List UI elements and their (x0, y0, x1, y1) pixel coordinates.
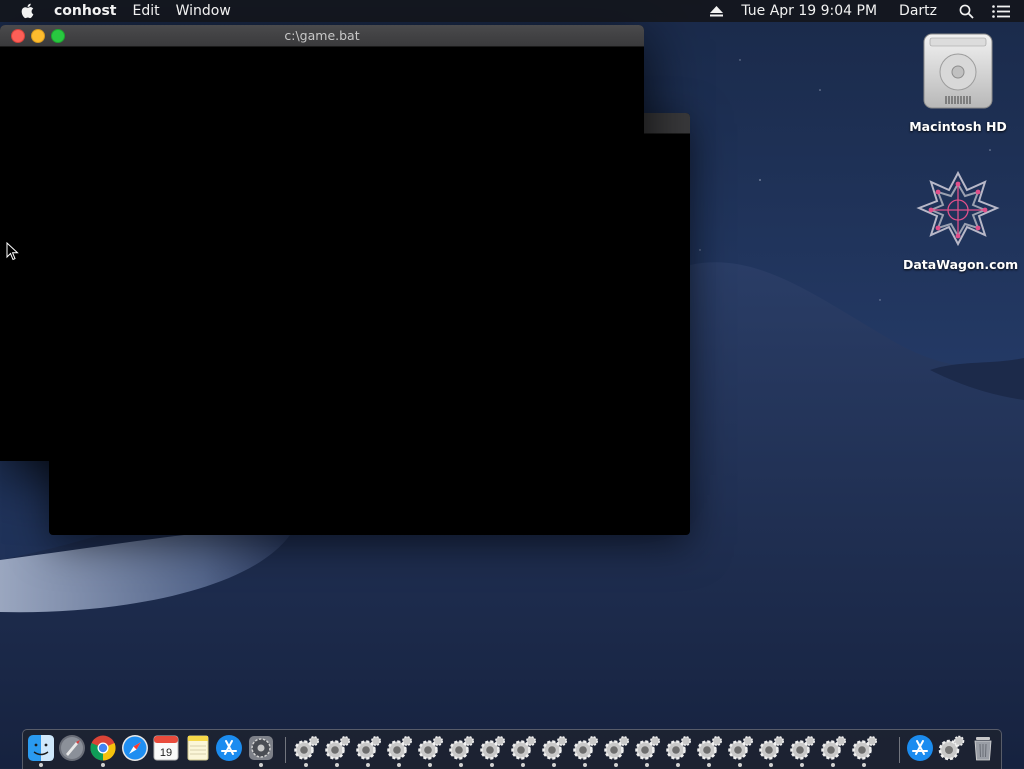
dock-gear-app-icon[interactable] (850, 734, 878, 767)
dock-gear-app-icon[interactable] (447, 734, 475, 767)
dock-gear-app-icon[interactable] (509, 734, 537, 767)
apple-icon[interactable] (16, 3, 40, 19)
dock-gear-app-icon[interactable] (385, 734, 413, 767)
dock-app-store-downloads-icon[interactable] (906, 734, 934, 762)
calendar-day: 19 (160, 747, 172, 759)
dock-system-preferences-icon[interactable] (247, 734, 275, 767)
dock-calendar-icon[interactable]: 19 (152, 734, 180, 762)
running-indicator (490, 763, 494, 767)
running-indicator (552, 763, 556, 767)
dock-safari-icon[interactable] (121, 734, 149, 762)
running-indicator (676, 763, 680, 767)
dock-gear-app-icon[interactable] (633, 734, 661, 767)
dock-gear-app-icon[interactable] (292, 734, 320, 767)
dock-trash-icon[interactable] (969, 734, 997, 762)
running-indicator (614, 763, 618, 767)
dock-gear-stack-icon[interactable] (937, 734, 965, 762)
dock-gear-app-icon[interactable] (571, 734, 599, 767)
desktop-icon-macintosh-hd[interactable]: Macintosh HD (903, 32, 1013, 134)
dock-launchpad-icon[interactable] (58, 734, 86, 762)
dock-app-store-icon[interactable] (215, 734, 243, 762)
running-indicator (738, 763, 742, 767)
running-indicator (521, 763, 525, 767)
dock-gear-app-icon[interactable] (602, 734, 630, 767)
window-title: c:\game.bat (284, 28, 360, 43)
dock-gear-app-icon[interactable] (757, 734, 785, 767)
dock-gear-app-icon[interactable] (664, 734, 692, 767)
menu-window[interactable]: Window (176, 3, 231, 19)
menu-bar: conhost Edit Window Tue Apr 19 9:04 PM D… (0, 0, 1024, 22)
running-indicator (304, 763, 308, 767)
desktop-icon-label: DataWagon.com (903, 257, 1019, 272)
menu-edit[interactable]: Edit (133, 3, 160, 19)
running-indicator (39, 763, 43, 767)
notification-center-icon[interactable] (992, 4, 1010, 18)
dock-gear-app-icon[interactable] (354, 734, 382, 767)
dock-separator (899, 737, 900, 763)
dock-gear-app-icon[interactable] (323, 734, 351, 767)
app-menu-conhost[interactable]: conhost (54, 3, 117, 19)
running-indicator (862, 763, 866, 767)
dock-gear-app-icon[interactable] (788, 734, 816, 767)
dock-gear-app-icon[interactable] (819, 734, 847, 767)
running-indicator (769, 763, 773, 767)
desktop-icon-label: Macintosh HD (909, 119, 1007, 134)
running-indicator (397, 763, 401, 767)
desktop-icon-datawagon[interactable]: DataWagon.com (903, 170, 1019, 272)
network-volume-icon (916, 170, 1000, 247)
running-indicator (800, 763, 804, 767)
dock-separator (285, 737, 286, 763)
dock: 19 (22, 729, 1002, 769)
running-indicator (459, 763, 463, 767)
running-indicator (335, 763, 339, 767)
spotlight-icon[interactable] (959, 4, 974, 19)
running-indicator (645, 763, 649, 767)
running-indicator (583, 763, 587, 767)
running-indicator (259, 763, 263, 767)
running-indicator (831, 763, 835, 767)
running-indicator (101, 763, 105, 767)
menu-clock[interactable]: Tue Apr 19 9:04 PM (741, 3, 877, 19)
dock-gear-app-icon[interactable] (695, 734, 723, 767)
dock-gear-app-icon[interactable] (726, 734, 754, 767)
eject-icon[interactable] (710, 5, 724, 17)
dock-chrome-icon[interactable] (89, 734, 117, 767)
running-indicator (428, 763, 432, 767)
dock-gear-app-icon[interactable] (540, 734, 568, 767)
dock-gear-app-icon[interactable] (478, 734, 506, 767)
mouse-cursor-icon (6, 242, 19, 261)
running-indicator (707, 763, 711, 767)
dock-finder-icon[interactable] (27, 734, 55, 767)
window-titlebar[interactable]: c:\game.bat (0, 25, 644, 47)
conhost-window[interactable]: c:\game.bat (0, 25, 644, 461)
menu-user[interactable]: Dartz (899, 3, 937, 19)
dock-notes-icon[interactable] (184, 734, 212, 762)
console-output-area[interactable] (0, 47, 644, 461)
dock-gear-app-icon[interactable] (416, 734, 444, 767)
hard-drive-icon (923, 33, 993, 109)
running-indicator (366, 763, 370, 767)
